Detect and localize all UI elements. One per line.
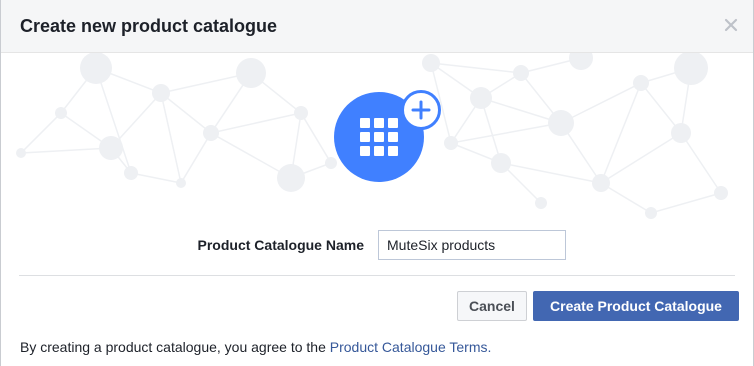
catalogue-name-row: Product Catalogue Name	[1, 229, 753, 261]
catalogue-name-label: Product Catalogue Name	[197, 237, 364, 253]
create-catalogue-dialog: Create new product catalogue Product Cat…	[0, 0, 754, 366]
terms-notice: By creating a product catalogue, you agr…	[20, 339, 491, 355]
close-icon[interactable]	[724, 18, 738, 32]
create-catalogue-button[interactable]: Create Product Catalogue	[533, 291, 739, 321]
terms-text: By creating a product catalogue, you agr…	[20, 339, 330, 355]
dialog-title: Create new product catalogue	[20, 16, 278, 36]
cancel-button[interactable]: Cancel	[457, 291, 527, 321]
grid-icon	[360, 118, 398, 156]
terms-link[interactable]: Product Catalogue Terms.	[330, 339, 492, 355]
plus-badge	[401, 90, 441, 130]
catalogue-name-input[interactable]	[378, 230, 566, 260]
plus-icon	[411, 100, 431, 120]
divider	[19, 275, 735, 276]
dialog-header: Create new product catalogue	[1, 0, 753, 53]
